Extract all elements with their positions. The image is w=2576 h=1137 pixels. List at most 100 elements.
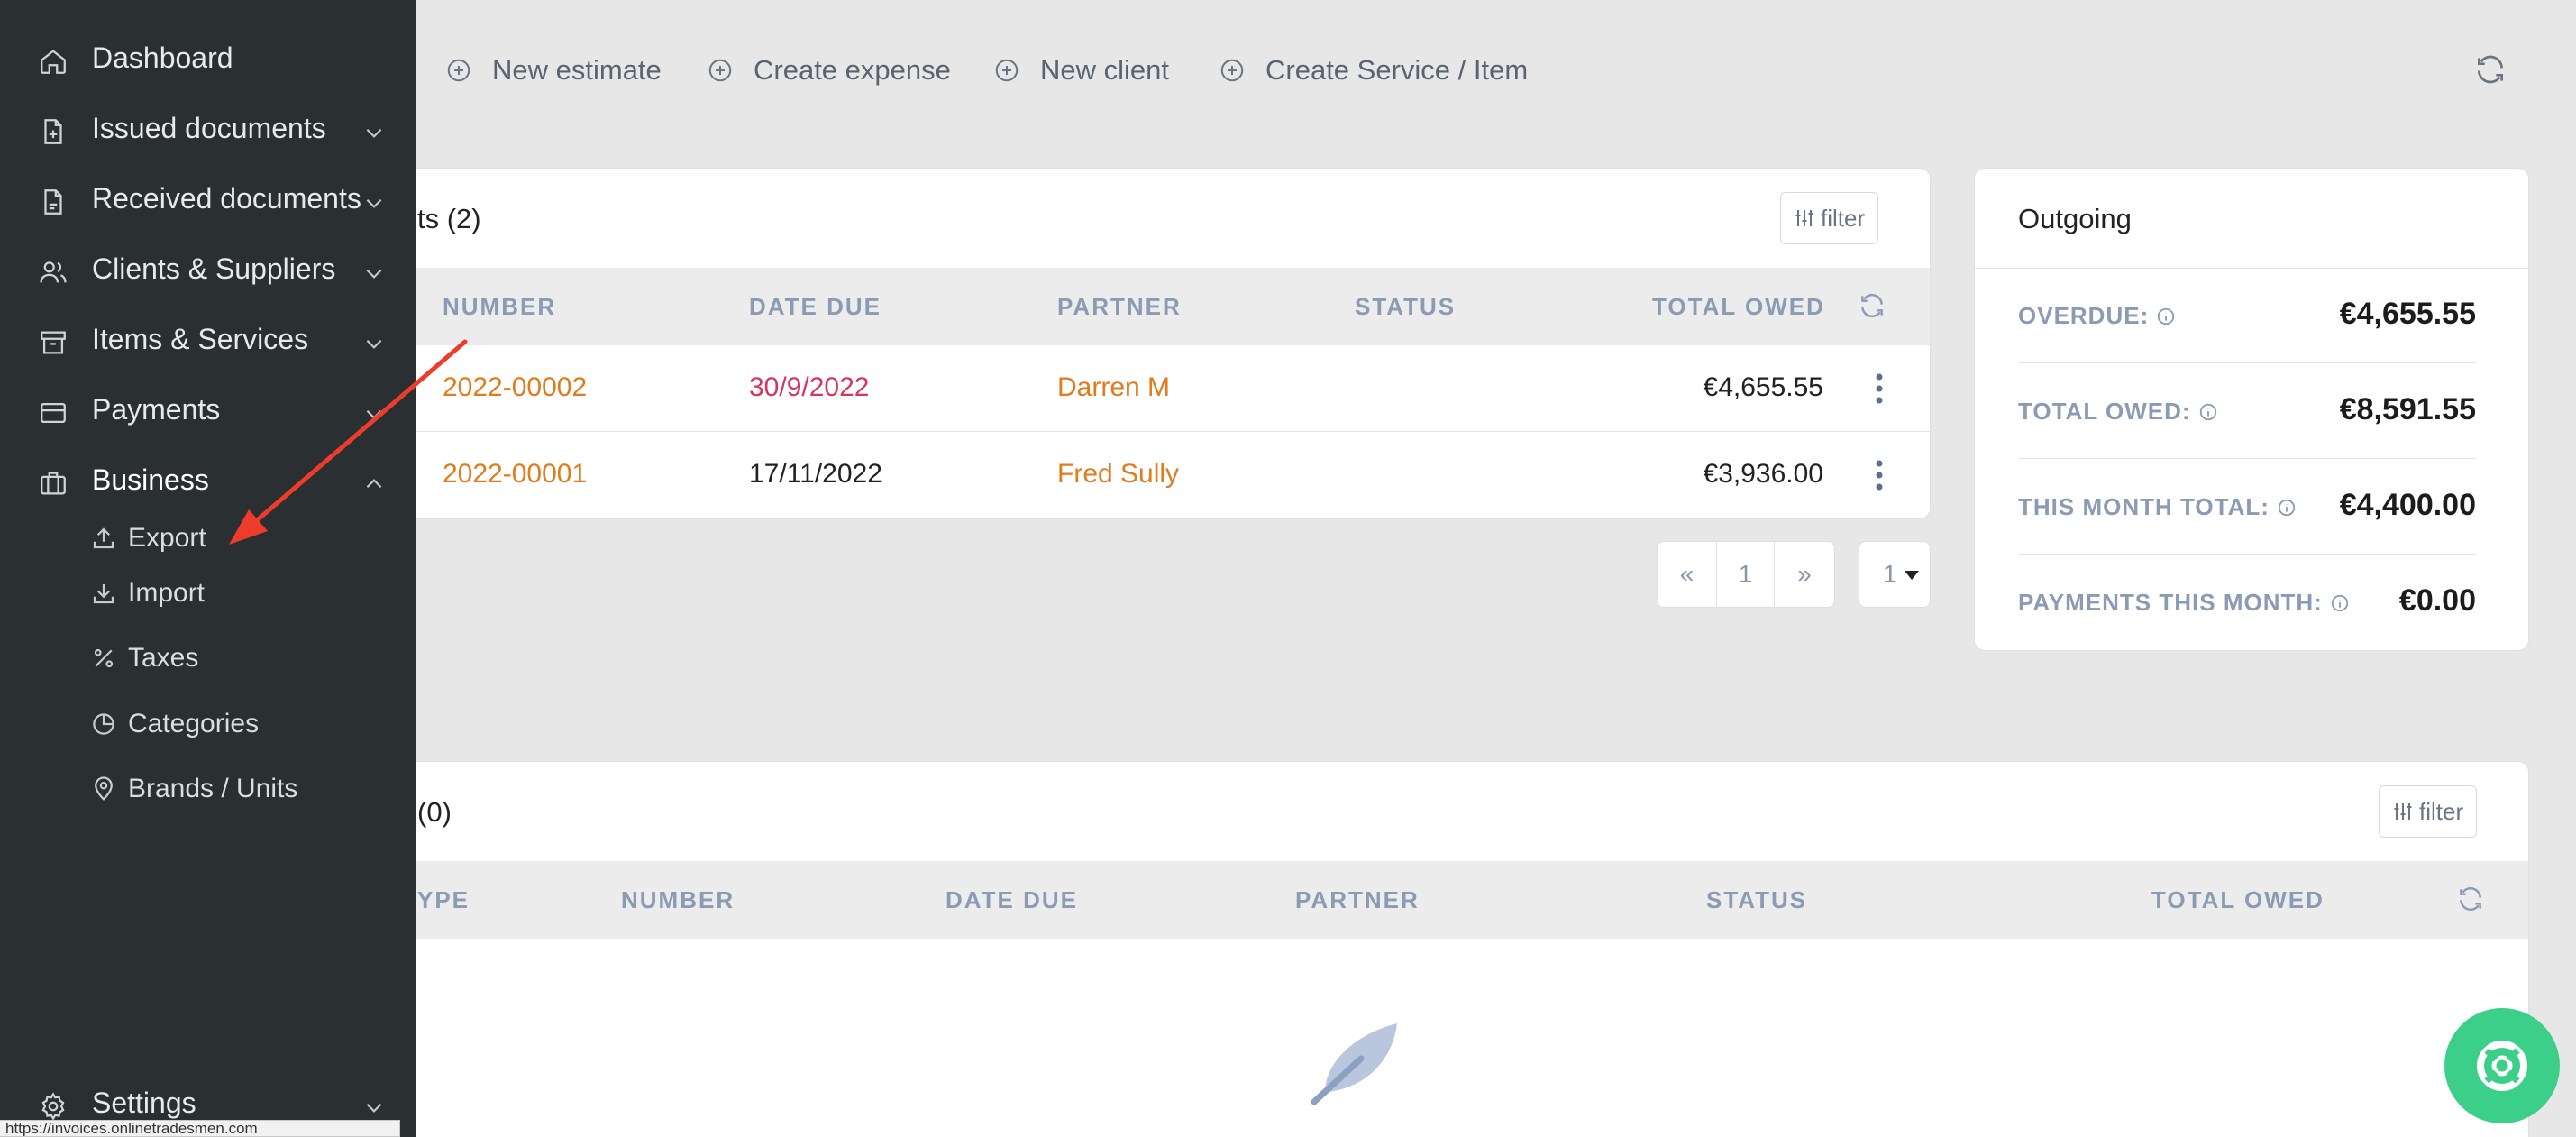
column-header-status[interactable]: STATUS — [1706, 886, 1807, 914]
partner-link[interactable]: Darren M — [1057, 372, 1170, 403]
date-due: 30/9/2022 — [749, 372, 870, 402]
action-label: New estimate — [492, 54, 662, 86]
filter-button[interactable]: filter — [2379, 785, 2478, 838]
sidebar-subitem-label: Categories — [128, 709, 260, 738]
help-lifebuoy-button[interactable] — [2444, 1008, 2560, 1123]
pagination: « 1 » — [1657, 541, 1835, 608]
column-header-partner[interactable]: PARTNER — [1295, 886, 1420, 914]
sidebar-item-dashboard[interactable]: Dashboard — [0, 31, 416, 85]
refresh-icon[interactable] — [2456, 885, 2485, 913]
chevron-down-icon — [362, 1096, 386, 1119]
filter-label: filter — [1821, 204, 1866, 232]
column-header-number[interactable]: NUMBER — [443, 293, 556, 321]
briefcase-icon — [38, 468, 69, 499]
action-label: Create Service / Item — [1265, 54, 1529, 86]
summary-label-text: OVERDUE: — [2018, 302, 2150, 329]
table-row[interactable]: 2022-00002 30/9/2022 Darren M €4,655.55 — [343, 345, 1930, 432]
gear-icon — [38, 1091, 69, 1122]
sidebar-item-label: Items & Services — [92, 322, 309, 355]
refresh-icon[interactable] — [1858, 291, 1886, 320]
new-estimate-button[interactable]: New estimate — [445, 49, 662, 92]
sidebar-item-label: Dashboard — [92, 41, 233, 74]
map-pin-icon — [90, 775, 117, 802]
info-icon[interactable] — [2330, 593, 2350, 613]
card-title: (0) — [417, 796, 452, 828]
percent-icon — [90, 645, 117, 672]
more-options-icon[interactable] — [1873, 372, 1886, 405]
column-header-total-owed[interactable]: TOTAL OWED — [2151, 886, 2325, 914]
sidebar-item-issued-documents[interactable]: Issued documents — [0, 101, 416, 155]
sidebar-item-business[interactable]: Business — [0, 453, 416, 507]
plus-circle-icon — [445, 57, 472, 84]
summary-row-overdue: OVERDUE: €4,655.55 — [2018, 268, 2476, 363]
date-due: 17/11/2022 — [749, 459, 882, 489]
summary-label: TOTAL OWED: — [2018, 398, 2218, 426]
sidebar-subitem-export[interactable]: Export — [0, 514, 416, 564]
caret-down-icon — [1905, 571, 1919, 580]
pie-chart-icon — [90, 711, 117, 738]
summary-label-text: PAYMENTS THIS MONTH: — [2018, 589, 2323, 616]
plus-circle-icon — [1219, 57, 1246, 84]
chevron-down-icon — [362, 121, 386, 144]
column-header-number[interactable]: NUMBER — [621, 886, 735, 914]
sidebar-subitem-brands-units[interactable]: Brands / Units — [0, 765, 416, 815]
action-label: Create expense — [754, 54, 951, 86]
received-documents-card: (0) filter YPE NUMBER DATE DUE PARTNER S… — [343, 761, 2529, 1137]
create-expense-button[interactable]: Create expense — [707, 49, 951, 92]
chevron-up-icon — [362, 472, 386, 496]
new-client-button[interactable]: New client — [993, 49, 1169, 92]
info-icon[interactable] — [2198, 402, 2218, 422]
total-owed: €4,655.55 — [1703, 372, 1823, 402]
per-page-select[interactable]: 1 — [1859, 541, 1931, 608]
document-icon — [38, 187, 69, 217]
chevron-down-icon — [362, 402, 386, 426]
sidebar-subitem-label: Taxes — [128, 643, 199, 673]
sidebar-item-received-documents[interactable]: Received documents — [0, 171, 416, 225]
sidebar-subitem-categories[interactable]: Categories — [0, 700, 416, 750]
sliders-icon — [1794, 207, 1815, 229]
partner-link[interactable]: Fred Sully — [1057, 459, 1179, 490]
sidebar-item-label: Payments — [92, 392, 221, 426]
lifebuoy-icon — [2477, 1041, 2527, 1091]
column-header-date-due[interactable]: DATE DUE — [945, 886, 1078, 914]
pagination-prev[interactable]: « — [1658, 542, 1717, 607]
home-icon — [38, 46, 69, 77]
column-header-date-due[interactable]: DATE DUE — [749, 293, 882, 321]
sidebar-item-payments[interactable]: Payments — [0, 382, 416, 436]
column-header-partner[interactable]: PARTNER — [1057, 293, 1182, 321]
sidebar-subitem-taxes[interactable]: Taxes — [0, 634, 416, 684]
create-service-item-button[interactable]: Create Service / Item — [1219, 49, 1528, 92]
summary-value: €4,655.55 — [2339, 297, 2476, 331]
sidebar-item-label: Business — [92, 463, 209, 496]
filter-button[interactable]: filter — [1780, 192, 1879, 244]
sidebar-item-clients-suppliers[interactable]: Clients & Suppliers — [0, 242, 416, 296]
summary-label: PAYMENTS THIS MONTH: — [2018, 589, 2350, 617]
sidebar-item-label: Issued documents — [92, 111, 326, 144]
column-header-total-owed[interactable]: TOTAL OWED — [1652, 293, 1825, 321]
pagination-next[interactable]: » — [1775, 542, 1834, 607]
column-header-status[interactable]: STATUS — [1355, 293, 1456, 321]
document-number-link[interactable]: 2022-00001 — [443, 459, 587, 490]
info-icon[interactable] — [2277, 498, 2297, 518]
summary-value: €4,400.00 — [2339, 488, 2476, 522]
sidebar-item-label: Settings — [92, 1086, 196, 1119]
table-row[interactable]: 2022-00001 17/11/2022 Fred Sully €3,936.… — [343, 432, 1930, 518]
chevron-down-icon — [362, 332, 386, 355]
plus-circle-icon — [707, 57, 734, 84]
pagination-page[interactable]: 1 — [1717, 542, 1775, 607]
sidebar-item-items-services[interactable]: Items & Services — [0, 312, 416, 366]
document-number-link[interactable]: 2022-00002 — [443, 372, 587, 403]
column-header-type[interactable]: YPE — [417, 886, 470, 914]
refresh-icon[interactable] — [2473, 52, 2507, 87]
sidebar-item-label: Clients & Suppliers — [92, 252, 336, 285]
more-options-icon[interactable] — [1873, 459, 1886, 491]
sidebar-subitem-label: Import — [128, 578, 206, 608]
sidebar: Dashboard Issued documents Received docu… — [0, 0, 416, 1137]
info-icon[interactable] — [2156, 307, 2176, 326]
status-bar-url: https://invoices.onlinetradesmen.com — [0, 1120, 400, 1137]
sidebar-subitem-import[interactable]: Import — [0, 569, 416, 619]
users-icon — [38, 257, 69, 288]
outgoing-summary-card: Outgoing OVERDUE: €4,655.55 TOTAL OWED: … — [1974, 168, 2529, 651]
summary-label-text: TOTAL OWED: — [2018, 398, 2191, 425]
summary-value: €8,591.55 — [2339, 392, 2476, 426]
